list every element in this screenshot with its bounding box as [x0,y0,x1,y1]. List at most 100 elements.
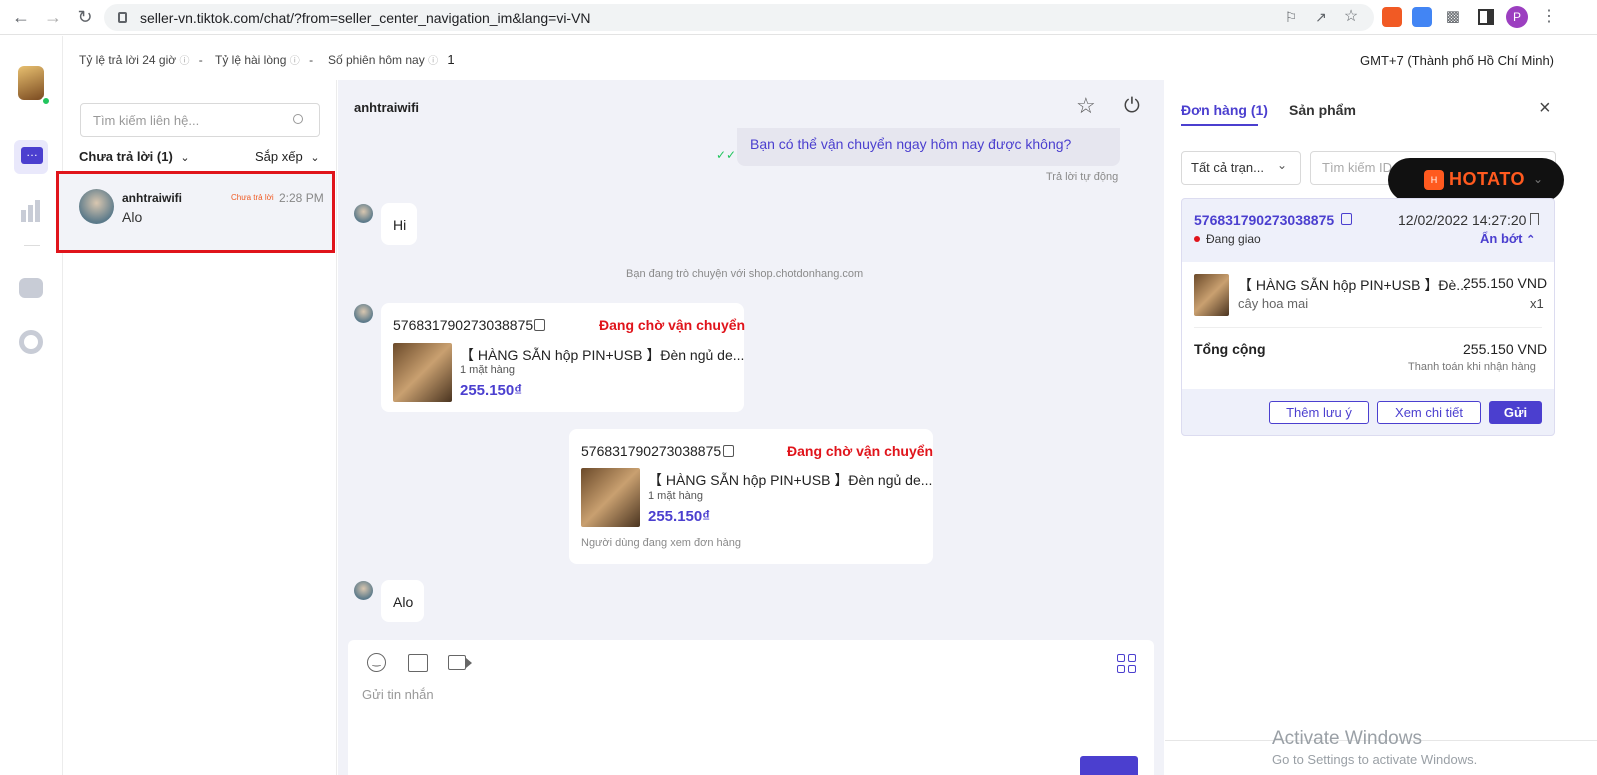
status-dot [1194,236,1200,242]
item-count: 1 mặt hàng [460,364,516,376]
chevron-down-icon: ⌄ [180,152,190,164]
activate-windows-title: Activate Windows [1272,728,1422,749]
order-id: 576831790273038875 [581,443,722,459]
message-text: Alo [393,594,414,610]
info-icon[interactable]: ⓘ [179,56,189,67]
info-icon[interactable]: ⓘ [290,56,300,67]
apps-grid-icon[interactable] [1117,654,1137,674]
extension-hotato-icon[interactable] [1382,7,1402,27]
copy-icon[interactable] [723,445,734,457]
side-panel-icon[interactable] [1478,9,1494,25]
contact-search-input[interactable]: Tìm kiếm liên hệ... [80,103,320,137]
tab-active-indicator [1181,124,1258,126]
rail-divider [24,245,40,246]
product-name: 【 HÀNG SẴN hộp PIN+USB 】Đèn ngủ de... [648,472,933,488]
reply-rate-label: Tỷ lệ trả lời 24 giờ [79,53,177,67]
settings-gear-icon[interactable] [19,330,43,354]
forward-icon[interactable]: → [44,8,62,26]
message-text: Hi [393,217,407,233]
chevron-down-icon: ⌄ [310,152,320,164]
sessions-stat: Số phiên hôm nay ⓘ 1 [328,52,455,67]
filter-unreplied-dropdown[interactable]: Chưa trả lời (1) ⌄ [79,149,190,164]
product-variant: cây hoa mai [1238,296,1309,311]
analytics-icon[interactable] [21,200,41,222]
emoji-icon[interactable]: ‿ [367,653,386,672]
order-id-search-placeholder: Tìm kiếm ID [1322,160,1393,175]
reply-rate-stat: Tỷ lệ trả lời 24 giờ ⓘ - [79,52,203,67]
satisfaction-value: - [309,53,314,67]
robot-icon[interactable] [19,278,43,298]
hotato-label: HOTATO [1449,169,1525,189]
translate-icon[interactable]: ⚐ [1282,8,1300,26]
url-text[interactable]: seller-vn.tiktok.com/chat/?from=seller_c… [140,10,591,26]
close-icon[interactable]: × [1539,97,1551,119]
copy-icon[interactable] [534,319,545,331]
chevron-down-icon: ⌄ [1277,158,1288,172]
send-button[interactable] [1080,756,1138,775]
product-thumbnail [581,468,640,527]
search-icon[interactable] [293,114,303,124]
contact-time: 2:28 PM [279,191,324,205]
add-note-button[interactable]: Thêm lưu ý [1269,401,1369,424]
send-order-button[interactable]: Gửi [1489,401,1542,424]
extensions-puzzle-icon[interactable]: ▩ [1444,8,1462,26]
satisfaction-stat: Tỷ lệ hài lòng ⓘ - [215,52,313,67]
payment-method: Thanh toán khi nhận hàng [1408,361,1536,373]
viewing-order-note: Người dùng đang xem đơn hàng [581,537,742,549]
order-price: 255.150₫ [648,508,710,525]
order-price: 255.150₫ [460,382,522,399]
menu-kebab-icon[interactable]: ⋮ [1540,8,1558,26]
unreplied-badge: Chưa trả lời [231,193,274,202]
read-check-icon: ✓✓ [716,148,737,162]
favorite-star-icon[interactable]: ☆ [1076,95,1096,117]
chat-title: anhtraiwifi [354,100,420,115]
shop-logo [18,66,44,100]
order-id: 576831790273038875 [393,317,534,333]
extension-translate-icon[interactable] [1412,7,1432,27]
video-icon[interactable] [448,655,466,670]
sort-dropdown[interactable]: Sắp xếp ⌄ [255,149,320,164]
chat-icon: … [21,146,43,164]
product-name: 【 HÀNG SẴN hộp PIN+USB 】Đèn ngủ de... [460,347,745,363]
user-avatar [354,304,373,323]
image-icon[interactable] [408,654,428,672]
bookmark-icon[interactable] [1530,213,1539,225]
product-qty: x1 [1530,296,1544,311]
chevron-up-icon: ⌃ [1526,234,1536,246]
view-detail-button[interactable]: Xem chi tiết [1377,401,1481,424]
product-price: 255.150 VND [1463,275,1548,291]
order-id[interactable]: 576831790273038875 [1194,212,1334,228]
hotato-logo-icon: H [1424,170,1444,190]
back-icon[interactable]: ← [12,8,30,26]
system-notice: Bạn đang trò chuyện với shop.chotdonhang… [626,268,864,280]
bookmark-star-icon[interactable]: ☆ [1342,8,1360,26]
sessions-label: Số phiên hôm nay [328,53,425,67]
tab-orders[interactable]: Đơn hàng (1) [1181,102,1268,118]
info-icon[interactable]: ⓘ [428,56,438,67]
order-status: Đang chờ vận chuyển [787,443,934,459]
collapse-toggle[interactable]: Ẩn bớt ⌃ [1480,231,1535,246]
power-icon[interactable]: ⏻ [1124,95,1140,117]
filter-label: Chưa trả lời (1) [79,149,173,164]
reload-icon[interactable]: ↻ [76,8,94,26]
tab-products[interactable]: Sản phẩm [1289,102,1356,118]
total-label: Tổng cộng [1194,341,1266,357]
auto-reply-text: Bạn có thể vận chuyển ngay hôm nay được … [750,136,1072,152]
copy-icon[interactable] [1341,213,1352,225]
collapse-label: Ẩn bớt [1480,231,1523,246]
total-value: 255.150 VND [1463,341,1548,357]
profile-avatar[interactable]: P [1506,6,1528,28]
composer-placeholder[interactable]: Gửi tin nhắn [362,687,434,702]
contact-avatar [79,189,114,224]
item-count: 1 mặt hàng [648,490,704,502]
user-avatar [354,204,373,223]
order-datetime: 12/02/2022 14:27:20 [1398,212,1527,228]
product-thumbnail [393,343,452,402]
lock-icon [118,12,127,23]
order-status: Đang chờ vận chuyển [599,317,746,333]
satisfaction-label: Tỷ lệ hài lòng [215,53,287,67]
online-status-dot [41,96,51,106]
timezone-label[interactable]: GMT+7 (Thành phố Hồ Chí Minh) [1360,53,1554,68]
contact-preview: Alo [122,209,143,225]
share-icon[interactable]: ↗ [1312,8,1330,26]
